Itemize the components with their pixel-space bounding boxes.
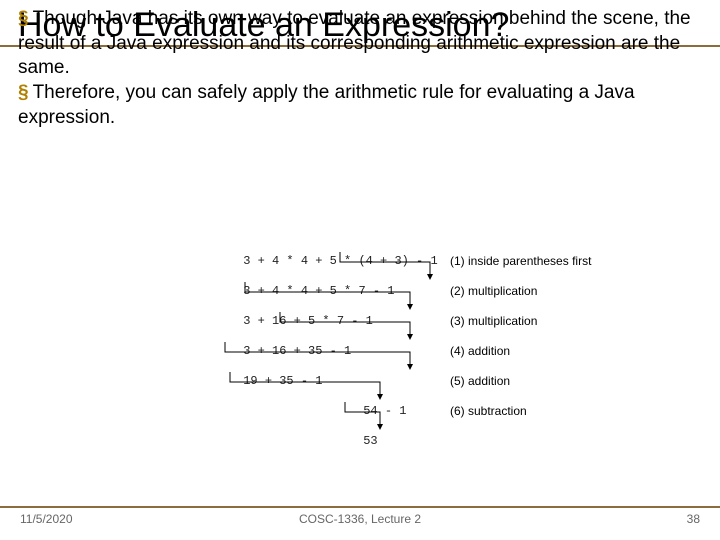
bullet-text-1: Though Java has its own way to evaluate …: [18, 8, 691, 78]
bullet-text-2: Therefore, you can safely apply the arit…: [18, 82, 635, 128]
footer-page: 38: [687, 512, 700, 526]
expr-text: 3 + 4 * 4 + 5 * 7 - 1: [243, 284, 394, 298]
expr-line: 3 + 16 + 5 * 7 - 1 (3) multiplication: [200, 300, 438, 330]
expr-text: 53: [363, 434, 377, 448]
annotation: (3) multiplication: [450, 314, 537, 328]
expr-line: 53: [200, 420, 438, 450]
expr-text: 3 + 16 + 35 - 1: [243, 344, 351, 358]
footer: 11/5/2020 COSC-1336, Lecture 2 38: [0, 506, 720, 534]
worked-example: 3 + 4 * 4 + 5 * (4 + 3) - 1 (1) inside p…: [200, 240, 438, 450]
body-area: §Though Java has its own way to evaluate…: [0, 7, 720, 130]
expr-text: 3 + 16 + 5 * 7 - 1: [243, 314, 373, 328]
bullet-marker: §: [18, 82, 29, 103]
annotation: (4) addition: [450, 344, 510, 358]
expr-line: 54 - 1 (6) subtraction: [200, 390, 438, 420]
annotation: (1) inside parentheses first: [450, 254, 591, 268]
bullet-marker: §: [18, 8, 29, 29]
expr-line: 19 + 35 - 1 (5) addition: [200, 360, 438, 390]
footer-course: COSC-1336, Lecture 2: [0, 512, 720, 526]
expr-line: 3 + 4 * 4 + 5 * 7 - 1 (2) multiplication: [200, 270, 438, 300]
expr-text: 3 + 4 * 4 + 5 * (4 + 3) - 1: [243, 254, 437, 268]
expr-line: 3 + 16 + 35 - 1 (4) addition: [200, 330, 438, 360]
expr-line: 3 + 4 * 4 + 5 * (4 + 3) - 1 (1) inside p…: [200, 240, 438, 270]
expr-text: 54 - 1: [363, 404, 406, 418]
annotation: (2) multiplication: [450, 284, 537, 298]
expr-text: 19 + 35 - 1: [243, 374, 322, 388]
annotation: (6) subtraction: [450, 404, 527, 418]
slide: How to Evaluate an Expression? §Though J…: [0, 0, 720, 540]
annotation: (5) addition: [450, 374, 510, 388]
bullet-block: §Though Java has its own way to evaluate…: [18, 7, 702, 130]
